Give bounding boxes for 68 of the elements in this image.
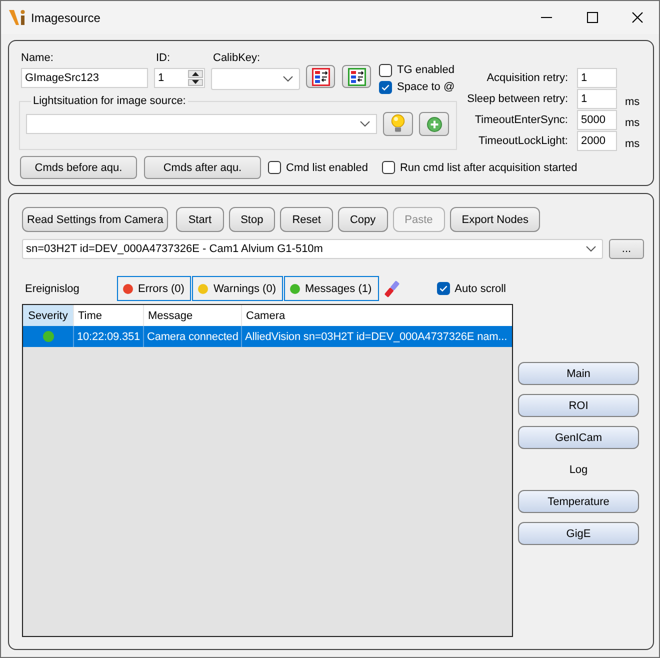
setting-field[interactable]: 5000 — [577, 110, 617, 130]
window-title: Imagesource — [31, 10, 100, 24]
table-arrows-button[interactable] — [306, 65, 335, 88]
checkbox[interactable] — [382, 161, 395, 174]
chevron-down-icon — [586, 246, 596, 252]
command-button[interactable]: Cmds before aqu. — [20, 156, 137, 179]
filter-toggle[interactable]: Warnings (0) — [192, 276, 284, 301]
page-tab[interactable]: Temperature — [518, 490, 639, 513]
lightbulb-icon — [391, 114, 405, 134]
table-arrows-icon — [348, 68, 366, 86]
name-label: Name: — [21, 51, 54, 65]
checkbox-label: Auto scroll — [454, 282, 506, 294]
command-button[interactable]: Cmds after aqu. — [144, 156, 261, 179]
filter-toggle[interactable]: Errors (0) — [117, 276, 192, 301]
table-cell: Camera connected — [144, 326, 242, 347]
setting-field[interactable]: 1 — [577, 68, 617, 88]
checkbox-label: Run cmd list after acquisition started — [400, 162, 578, 174]
add-button[interactable] — [419, 112, 449, 136]
name-field[interactable]: GImageSrc123 — [21, 68, 148, 88]
page-tab[interactable]: Main — [518, 362, 639, 385]
column-header[interactable]: Camera — [242, 305, 512, 326]
id-label: ID: — [156, 51, 172, 65]
group-title: Lightsituation for image source: — [32, 95, 187, 108]
toolbar-button[interactable]: Export Nodes — [450, 207, 540, 232]
browse-button[interactable]: ... — [609, 239, 644, 259]
page-tab[interactable]: ROI — [518, 394, 639, 417]
filter-toggle[interactable]: Messages (1) — [284, 276, 379, 301]
setting-field[interactable]: 1 — [577, 89, 617, 109]
table-arrows-icon — [312, 68, 330, 86]
chevron-down-icon — [283, 76, 293, 82]
setting-label: TimeoutLockLight: — [478, 135, 568, 147]
table-cell: 10:22:09.351 — [74, 326, 144, 347]
log-title: Ereignislog — [24, 282, 80, 294]
toolbar-button[interactable]: Start — [176, 207, 224, 232]
unit-label: ms — [625, 116, 640, 130]
setting-label: TimeoutEnterSync: — [474, 114, 568, 126]
plus-icon — [426, 116, 442, 132]
light-button[interactable] — [383, 112, 413, 136]
unit-label: ms — [625, 94, 640, 108]
minimize-icon — [540, 17, 552, 18]
checkbox[interactable] — [268, 161, 281, 174]
chevron-down-icon — [360, 121, 370, 127]
checkbox[interactable] — [379, 64, 392, 76]
toolbar-button[interactable]: Read Settings from Camera — [22, 207, 168, 232]
page-tab[interactable]: GigE — [518, 522, 639, 545]
table-row[interactable]: 10:22:09.351 Camera connected AlliedVision sn=03H2T id=DEV_000A4737326E nam... — [23, 326, 512, 347]
calib-key-label: CalibKey: — [213, 51, 262, 65]
toolbar-button[interactable]: Copy — [338, 207, 388, 232]
eraser-icon[interactable] — [384, 280, 400, 298]
page-tab[interactable]: Log — [518, 458, 639, 481]
checkbox-label: Space to @ — [397, 81, 455, 93]
column-header[interactable]: Severity — [23, 305, 74, 326]
maximize-icon — [586, 12, 598, 23]
checkbox[interactable] — [436, 282, 450, 295]
setting-label: Acquisition retry: — [486, 72, 568, 84]
camera-dropdown[interactable]: sn=03H2T id=DEV_000A4737326E - Cam1 Alvium G1-510m — [22, 239, 603, 259]
toolbar-button[interactable]: Stop — [228, 207, 276, 232]
unit-label: ms — [625, 136, 640, 150]
close-icon — [632, 12, 642, 23]
checkbox-label: Cmd list enabled — [286, 162, 368, 174]
table-cell-text: AlliedVision sn=03H2T id=DEV_000A4737326E nam... — [244, 330, 508, 344]
checkbox-label: TG enabled — [397, 64, 454, 76]
table-arrows-button[interactable] — [342, 65, 371, 88]
checkbox[interactable] — [379, 80, 392, 94]
setting-field[interactable]: 2000 — [577, 131, 617, 151]
setting-label: Sleep between retry: — [467, 93, 568, 105]
page-tab[interactable]: GenICam — [518, 426, 639, 449]
toolbar-button[interactable]: Reset — [280, 207, 333, 232]
